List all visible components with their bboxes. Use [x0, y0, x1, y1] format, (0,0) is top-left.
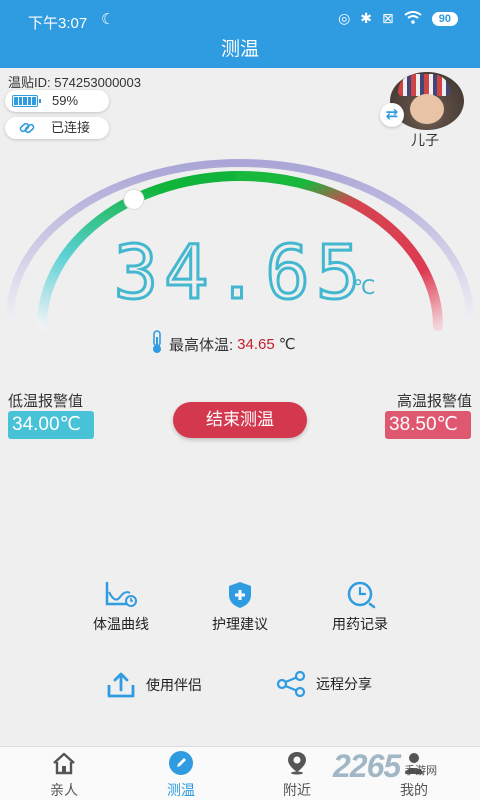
max-temp-label: 最高体温: — [169, 336, 234, 354]
remote-share-button[interactable]: 远程分享 — [276, 671, 372, 697]
battery-percent: 59% — [52, 93, 79, 108]
avatar-hat — [398, 74, 450, 96]
status-icons: ◎ ✱ ⊠ 90 — [338, 10, 458, 27]
location-pin-icon — [288, 752, 306, 775]
sim-icon: ⊠ — [382, 10, 394, 26]
remote-share-label: 远程分享 — [316, 676, 372, 692]
tab-nearby-label: 附近 — [283, 782, 311, 798]
tab-nearby[interactable]: 附近 — [257, 747, 337, 800]
low-alarm-label: 低温报警值 — [8, 393, 84, 410]
temperature-curve-button[interactable]: 体温曲线 — [89, 580, 153, 634]
medication-record-button[interactable]: 用药记录 — [326, 580, 394, 634]
temperature-gauge: 34.65 — [6, 159, 474, 331]
device-id: 温贴ID: 574253000003 — [8, 75, 141, 90]
alarm-icon: ◎ — [338, 10, 351, 26]
profile-name: 儿子 — [411, 132, 439, 148]
care-advice-button[interactable]: 护理建议 — [205, 580, 275, 634]
upload-icon — [107, 672, 135, 698]
high-alarm-value[interactable]: 38.50℃ — [385, 411, 471, 439]
share-icon — [276, 671, 306, 697]
moon-icon: ☾ — [101, 11, 115, 28]
temperature-unit: ℃ — [353, 277, 376, 299]
thermometer-icon — [149, 330, 165, 358]
battery-icon — [12, 95, 41, 107]
status-bar: 下午3:07 ☾ ◎ ✱ ⊠ 90 — [0, 0, 480, 38]
watermark: 2265 手游网 — [333, 748, 437, 785]
switch-profile-button[interactable]: ⇄ — [380, 103, 404, 127]
care-advice-label: 护理建议 — [212, 616, 268, 632]
low-alarm-value[interactable]: 34.00℃ — [8, 411, 94, 439]
high-alarm-label: 高温报警值 — [396, 393, 472, 410]
max-temp-unit: ℃ — [278, 336, 296, 353]
connection-status: 已连接 — [51, 120, 91, 135]
status-time: 下午3:07 — [28, 15, 88, 32]
shield-plus-icon — [229, 582, 251, 608]
page-title: 测温 — [0, 38, 480, 68]
watermark-text: 手游网 — [404, 764, 438, 777]
gauge-indicator — [123, 188, 145, 210]
pen-icon — [169, 751, 193, 775]
connection-chip[interactable]: 已连接 — [5, 117, 109, 139]
wifi-icon — [404, 10, 422, 27]
home-icon — [53, 752, 75, 775]
device-battery-chip: 59% — [5, 90, 109, 112]
medication-record-label: 用药记录 — [332, 616, 388, 632]
avatar-face — [410, 94, 444, 124]
current-temperature: 34.65 — [114, 230, 367, 316]
tab-family-label: 亲人 — [50, 782, 78, 798]
use-companion-label: 使用伴侣 — [146, 677, 202, 693]
tab-family[interactable]: 亲人 — [24, 747, 104, 800]
tab-temperature-label: 测温 — [167, 782, 195, 798]
tab-temperature[interactable]: 测温 — [141, 747, 221, 800]
clock-icon — [347, 581, 376, 609]
max-temperature: 最高体温: 34.65 ℃ — [149, 330, 296, 358]
temperature-curve-label: 体温曲线 — [93, 616, 149, 632]
bluetooth-icon: ✱ — [360, 10, 373, 26]
link-icon — [18, 119, 36, 143]
max-temp-value: 34.65 — [237, 335, 275, 353]
status-battery: 90 — [431, 11, 458, 26]
watermark-number: 2265 — [333, 748, 401, 784]
curve-chart-icon — [105, 581, 137, 607]
use-companion-button[interactable]: 使用伴侣 — [106, 671, 202, 699]
end-measurement-button[interactable]: 结束测温 — [173, 402, 307, 438]
